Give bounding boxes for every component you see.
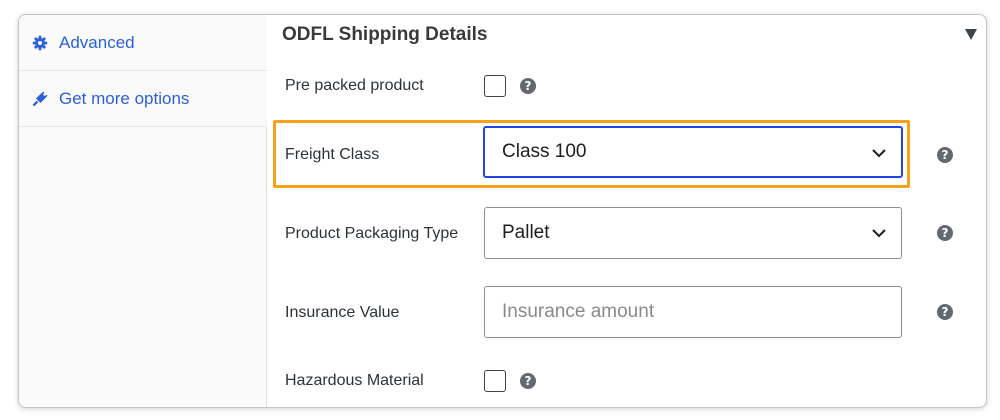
section-title: ODFL Shipping Details (282, 24, 488, 45)
freight-class-select[interactable]: Class 100 (483, 126, 903, 178)
insurance-value-label: Insurance Value (285, 304, 400, 321)
insurance-value-placeholder: Insurance amount (502, 301, 655, 322)
packaging-type-label: Product Packaging Type (285, 225, 459, 242)
sidebar-item-advanced[interactable]: Advanced (19, 15, 267, 71)
pre-packed-label: Pre packed product (285, 77, 424, 94)
product-data-panel: Advanced Get more options ODFL Shipping … (18, 14, 987, 408)
plug-icon (32, 91, 48, 107)
hazardous-material-label: Hazardous Material (285, 372, 424, 389)
help-icon[interactable]: ? (520, 373, 536, 389)
collapse-toggle[interactable] (964, 27, 978, 41)
help-icon[interactable]: ? (937, 304, 953, 320)
freight-class-value: Class 100 (502, 141, 587, 162)
sidebar-item-get-more-options[interactable]: Get more options (19, 71, 267, 127)
insurance-value-input[interactable]: Insurance amount (484, 286, 902, 338)
packaging-type-value: Pallet (502, 222, 550, 243)
packaging-type-select[interactable]: Pallet (484, 207, 902, 259)
chevron-down-icon (871, 225, 887, 241)
sidebar-item-label: Get more options (59, 88, 190, 108)
freight-class-label: Freight Class (285, 146, 380, 163)
help-icon[interactable]: ? (937, 225, 953, 241)
pre-packed-checkbox[interactable] (484, 75, 506, 97)
chevron-down-icon (871, 145, 887, 161)
shipping-details-section: ODFL Shipping Details Pre packed product… (268, 15, 986, 407)
hazardous-material-checkbox[interactable] (484, 370, 506, 392)
product-data-tabs: Advanced Get more options (19, 15, 267, 407)
sidebar-item-label: Advanced (59, 32, 135, 52)
help-icon[interactable]: ? (520, 78, 536, 94)
triangle-down-icon (964, 28, 978, 45)
help-icon[interactable]: ? (937, 147, 953, 163)
gear-icon (32, 35, 48, 51)
